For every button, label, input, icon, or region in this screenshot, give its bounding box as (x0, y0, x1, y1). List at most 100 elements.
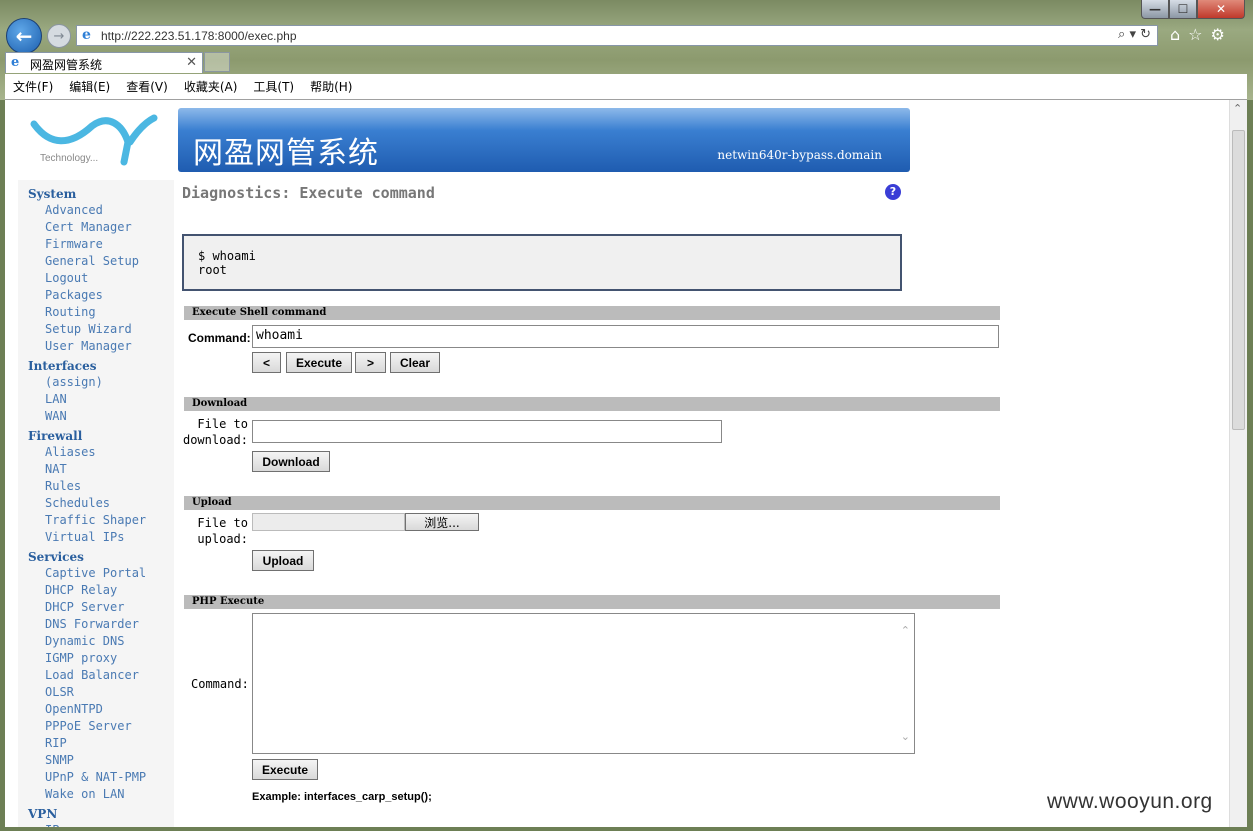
sidebar-item-packages[interactable]: Packages (18, 287, 174, 304)
watermark: www.wooyun.org (1047, 790, 1213, 813)
execute-button[interactable]: Execute (286, 352, 352, 373)
minimize-button[interactable]: — (1141, 0, 1169, 19)
hostname: netwin640r-bypass.domain (717, 148, 882, 162)
back-button[interactable]: ← (6, 18, 42, 54)
sidebar-item-dynamic-dns[interactable]: Dynamic DNS (18, 633, 174, 650)
sidebar-item-lan[interactable]: LAN (18, 391, 174, 408)
php-execute-button[interactable]: Execute (252, 759, 318, 780)
sidebar-item-setup-wizard[interactable]: Setup Wizard (18, 321, 174, 338)
window-controls: — ☐ ✕ (1141, 0, 1245, 19)
chevron-down-icon[interactable]: ⌄ (901, 730, 910, 743)
close-icon[interactable]: ✕ (186, 55, 197, 70)
download-label-line: download: (182, 433, 248, 447)
sidebar-item-dhcp-server[interactable]: DHCP Server (18, 599, 174, 616)
output-line: $ whoami (198, 249, 256, 263)
sidebar-item-igmp-proxy[interactable]: IGMP proxy (18, 650, 174, 667)
sidebar-item-dns-forwarder[interactable]: DNS Forwarder (18, 616, 174, 633)
sidebar-item-schedules[interactable]: Schedules (18, 495, 174, 512)
sidebar-item-routing[interactable]: Routing (18, 304, 174, 321)
menu-tools[interactable]: 工具(T) (245, 78, 302, 95)
sidebar-item-openntpd[interactable]: OpenNTPD (18, 701, 174, 718)
sidebar-item-logout[interactable]: Logout (18, 270, 174, 287)
sidebar-item-aliases[interactable]: Aliases (18, 444, 174, 461)
sidebar-item-pppoe-server[interactable]: PPPoE Server (18, 718, 174, 735)
sidebar-item-upnp-nat-pmp[interactable]: UPnP & NAT-PMP (18, 769, 174, 786)
sidebar-item-olsr[interactable]: OLSR (18, 684, 174, 701)
sidebar-item-traffic-shaper[interactable]: Traffic Shaper (18, 512, 174, 529)
search-refresh-icons[interactable]: ⌕ ▾ ↻ (1118, 27, 1151, 42)
output-line: root (198, 263, 227, 277)
clear-button[interactable]: Clear (390, 352, 440, 373)
chevron-up-icon[interactable]: ⌃ (901, 624, 910, 637)
page-title: Diagnostics: Execute command (182, 184, 435, 202)
star-icon[interactable]: ☆ (1188, 25, 1202, 44)
maximize-button[interactable]: ☐ (1169, 0, 1197, 19)
next-command-button[interactable]: > (355, 352, 386, 373)
chevron-up-icon[interactable]: ⌃ (1233, 102, 1242, 115)
upload-section-header: Upload (184, 496, 1000, 510)
sidebar-section-firewall[interactable]: Firewall (18, 428, 174, 444)
menu-edit[interactable]: 编辑(E) (61, 78, 118, 95)
sidebar-item-firmware[interactable]: Firmware (18, 236, 174, 253)
forward-button[interactable]: → (47, 24, 71, 48)
download-file-input[interactable] (252, 420, 722, 443)
ie-icon: e (82, 27, 91, 43)
banner-title: 网盈网管系统 (193, 136, 379, 171)
sidebar-section-services[interactable]: Services (18, 549, 174, 565)
shell-command-label: Command: (188, 331, 251, 345)
arrow-right-icon: → (53, 28, 65, 44)
menu-view[interactable]: 查看(V) (118, 78, 176, 95)
previous-command-button[interactable]: < (252, 352, 281, 373)
sidebar-nav: System Advanced Cert Manager Firmware Genera… (18, 180, 174, 827)
sidebar-item-general-setup[interactable]: General Setup (18, 253, 174, 270)
new-tab-button[interactable] (204, 52, 230, 72)
sidebar-item-user-manager[interactable]: User Manager (18, 338, 174, 355)
sidebar-item-captive-portal[interactable]: Captive Portal (18, 565, 174, 582)
browser-tab[interactable]: e 网盈网管系统 ✕ (5, 52, 203, 73)
command-output: $ whoami root (182, 234, 902, 291)
sidebar-item-rules[interactable]: Rules (18, 478, 174, 495)
menu-help[interactable]: 帮助(H) (302, 78, 360, 95)
menu-favorites[interactable]: 收藏夹(A) (176, 78, 246, 95)
arrow-left-icon: ← (15, 24, 33, 48)
sidebar-item-wan[interactable]: WAN (18, 408, 174, 425)
sidebar-item-load-balancer[interactable]: Load Balancer (18, 667, 174, 684)
browser-toolbar-icons: ⌂ ☆ ⚙ (1170, 25, 1225, 44)
upload-file-path[interactable] (252, 513, 405, 531)
sidebar-item-rip[interactable]: RIP (18, 735, 174, 752)
sidebar-item-assign[interactable]: (assign) (18, 374, 174, 391)
menu-file[interactable]: 文件(F) (5, 78, 61, 95)
logo-text: Technology... (40, 153, 99, 164)
sidebar-item-dhcp-relay[interactable]: DHCP Relay (18, 582, 174, 599)
address-url[interactable]: http://222.223.51.178:8000/exec.php (101, 29, 297, 43)
upload-button[interactable]: Upload (252, 550, 314, 571)
download-label: File to download: (181, 416, 248, 448)
sidebar-section-vpn[interactable]: VPN (18, 806, 174, 822)
sidebar-item-advanced[interactable]: Advanced (18, 202, 174, 219)
vertical-scrollbar[interactable]: ⌃ (1229, 100, 1247, 827)
sidebar-item-nat[interactable]: NAT (18, 461, 174, 478)
sidebar-item-wake-on-lan[interactable]: Wake on LAN (18, 786, 174, 803)
php-example-text: Example: interfaces_carp_setup(); (252, 791, 432, 803)
browse-button[interactable]: 浏览... (405, 513, 479, 531)
gear-icon[interactable]: ⚙ (1211, 25, 1225, 44)
php-command-textarea[interactable]: ⌃ ⌄ (252, 613, 915, 754)
help-icon[interactable]: ? (885, 184, 901, 200)
sidebar-item-ipsec[interactable]: IPsec (18, 822, 174, 827)
home-icon[interactable]: ⌂ (1170, 25, 1180, 44)
scroll-thumb[interactable] (1232, 130, 1245, 430)
php-command-label: Command: (191, 677, 249, 691)
address-bar[interactable]: e http://222.223.51.178:8000/exec.php ⌕ … (76, 25, 1158, 46)
php-section-header: PHP Execute (184, 595, 1000, 609)
sidebar-section-system[interactable]: System (18, 186, 174, 202)
download-button[interactable]: Download (252, 451, 330, 472)
sidebar-item-virtual-ips[interactable]: Virtual IPs (18, 529, 174, 546)
close-window-button[interactable]: ✕ (1197, 0, 1245, 19)
sidebar-item-cert-manager[interactable]: Cert Manager (18, 219, 174, 236)
sidebar-section-interfaces[interactable]: Interfaces (18, 358, 174, 374)
sidebar-item-snmp[interactable]: SNMP (18, 752, 174, 769)
download-section-header: Download (184, 397, 1000, 411)
tab-title: 网盈网管系统 (30, 58, 103, 72)
page-viewport: Technology... 网盈网管系统 netwin640r-bypass.d… (5, 100, 1247, 827)
shell-command-input[interactable]: whoami (252, 325, 999, 348)
